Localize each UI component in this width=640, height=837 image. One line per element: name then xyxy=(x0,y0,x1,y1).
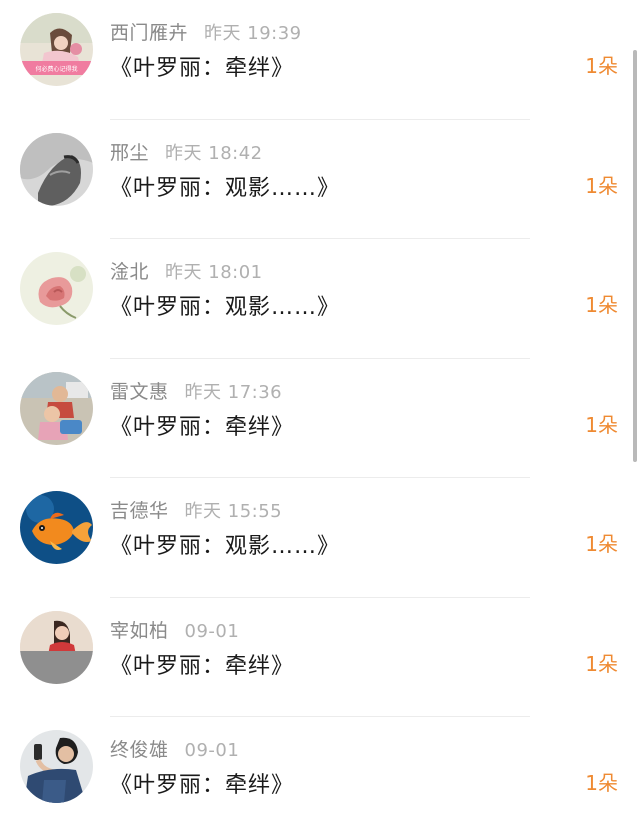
list-item[interactable]: 宰如柏 09-01 《叶罗丽：牵绊》 1朵 xyxy=(0,598,640,717)
name-line: 终俊雄 09-01 xyxy=(110,735,239,762)
item-title[interactable]: 《叶罗丽：牵绊》 xyxy=(110,767,294,799)
flower-count: 1朵 xyxy=(585,771,618,795)
flower-count: 1朵 xyxy=(585,412,618,437)
flower-count: 1朵 xyxy=(585,173,618,198)
list-item[interactable]: 淦北 昨天 18:01 《叶罗丽：观影……》 1朵 xyxy=(0,239,640,359)
user-name[interactable]: 淦北 xyxy=(110,261,149,283)
user-name[interactable]: 西门雁卉 xyxy=(110,22,188,44)
user-name[interactable]: 雷文惠 xyxy=(110,381,169,403)
list-item[interactable]: 终俊雄 09-01 《叶罗丽：牵绊》 1朵 xyxy=(0,717,640,837)
man-phone-avatar-icon[interactable] xyxy=(20,730,93,803)
pink-rose-avatar-icon[interactable] xyxy=(20,252,93,325)
goldfish-avatar-icon[interactable] xyxy=(20,491,93,564)
user-name[interactable]: 终俊雄 xyxy=(110,739,169,761)
timestamp: 昨天 19:39 xyxy=(204,23,302,44)
timestamp: 昨天 15:55 xyxy=(184,501,283,522)
name-line: 宰如柏 09-01 xyxy=(110,616,239,643)
gift-list: 何必费心记得我 西门雁卉 昨天 19:39 《叶罗丽：牵绊》 1朵 邢尘 昨天 18… xyxy=(0,0,640,834)
user-name[interactable]: 吉德华 xyxy=(110,500,169,522)
flower-count: 1朵 xyxy=(585,532,618,556)
list-item[interactable]: 邢尘 昨天 18:42 《叶罗丽：观影……》 1朵 xyxy=(0,120,640,239)
item-title[interactable]: 《叶罗丽：观影……》 xyxy=(110,289,340,321)
user-name[interactable]: 邢尘 xyxy=(110,142,149,164)
flower-count: 1朵 xyxy=(585,54,618,78)
item-title[interactable]: 《叶罗丽：观影……》 xyxy=(110,528,340,560)
flower-count: 1朵 xyxy=(585,293,618,317)
name-line: 吉德华 昨天 15:55 xyxy=(110,496,282,523)
timestamp: 昨天 17:36 xyxy=(184,381,283,403)
item-title[interactable]: 《叶罗丽：牵绊》 xyxy=(110,50,294,82)
item-title[interactable]: 《叶罗丽：牵绊》 xyxy=(110,409,294,441)
flower-count: 1朵 xyxy=(585,651,618,676)
scrollbar[interactable] xyxy=(633,50,637,462)
item-title[interactable]: 《叶罗丽：牵绊》 xyxy=(110,648,294,680)
timestamp: 09-01 xyxy=(184,740,240,761)
timestamp: 昨天 18:42 xyxy=(165,142,263,164)
item-title[interactable]: 《叶罗丽：观影……》 xyxy=(110,170,340,202)
list-item[interactable]: 雷文惠 昨天 17:36 《叶罗丽：牵绊》 1朵 xyxy=(0,359,640,478)
children-avatar-icon[interactable] xyxy=(20,371,93,445)
name-line: 雷文惠 昨天 17:36 xyxy=(110,377,282,404)
name-line: 西门雁卉 昨天 19:39 xyxy=(110,18,302,45)
bw-portrait-avatar-icon[interactable] xyxy=(20,132,93,206)
avatar-caption: 何必费心记得我 xyxy=(35,65,77,73)
name-line: 邢尘 昨天 18:42 xyxy=(110,138,263,165)
list-item[interactable]: 吉德华 昨天 15:55 《叶罗丽：观影……》 1朵 xyxy=(0,478,640,598)
timestamp: 09-01 xyxy=(184,620,240,642)
name-line: 淦北 昨天 18:01 xyxy=(110,257,263,284)
user-name[interactable]: 宰如柏 xyxy=(110,620,169,642)
list-item[interactable]: 何必费心记得我 西门雁卉 昨天 19:39 《叶罗丽：牵绊》 1朵 xyxy=(0,0,640,120)
timestamp: 昨天 18:01 xyxy=(165,262,263,283)
girl-with-flower-avatar-icon[interactable]: 何必费心记得我 xyxy=(20,13,93,86)
woman-portrait-avatar-icon[interactable] xyxy=(20,610,93,684)
